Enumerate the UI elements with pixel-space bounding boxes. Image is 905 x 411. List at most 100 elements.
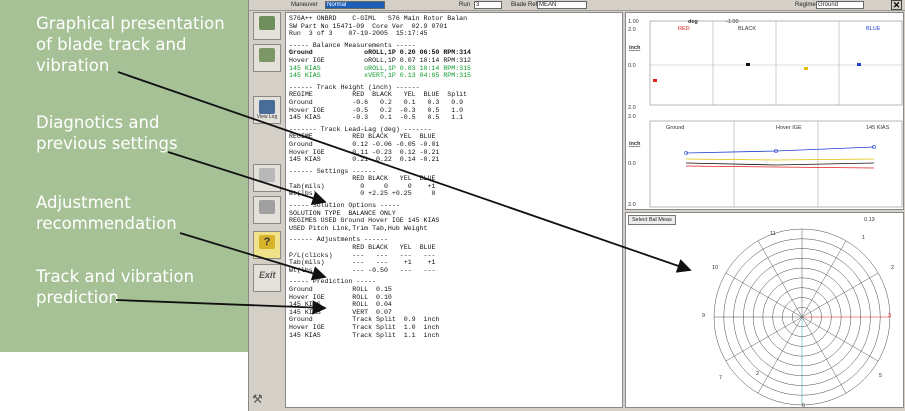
clock-label-5: 5 <box>879 373 882 379</box>
axis-unit: deg <box>688 19 698 25</box>
callout-text: vibration <box>36 56 110 75</box>
report-line: Hover IGE Track Split 1.0 inch <box>289 323 440 331</box>
tool-button-1[interactable] <box>253 12 281 40</box>
series-label-black: BLACK <box>738 26 756 32</box>
tool-button-4[interactable] <box>253 164 281 192</box>
report-line: Ground Track Split 0.9 inch <box>289 316 440 324</box>
maneuver-select[interactable]: Normal <box>325 1 385 9</box>
report-line: RED BLACK YEL BLUE <box>289 175 436 183</box>
exit-icon: Exit <box>259 270 276 280</box>
select-bal-meas-button[interactable]: Select Bal Meas <box>628 215 676 225</box>
view-log-button[interactable]: View Log <box>253 96 281 124</box>
regime-select[interactable]: Ground <box>816 1 864 9</box>
track-chart-panel: 1.00 deg -1.00 2.0 0.0 2.0 inch RED BLAC… <box>625 12 904 210</box>
chart-icon <box>259 100 275 114</box>
callout-prediction: Track and vibration prediction <box>36 266 194 308</box>
report-line: ------ Track Height (inch) ------ <box>289 83 420 91</box>
y-unit: inch <box>629 45 641 51</box>
report-line: SOLUTION TYPE BALANCE ONLY <box>289 209 396 217</box>
y-tick: 2.0 <box>628 105 636 111</box>
help-icon: ? <box>259 235 275 249</box>
report-line: S76A++ ONBRD C-GIML S76 Main Rotor Balan <box>289 15 468 22</box>
axis-value: -1.00 <box>726 19 739 25</box>
callout-text: previous settings <box>36 134 178 153</box>
report-line: 145 KIAS oROLL,1P 0.03 10:14 RPM:315 <box>289 64 472 72</box>
y-tick: 2.0 <box>628 202 636 208</box>
report-line: USED Pitch Link,Trim Tab,Hub Weight <box>289 224 428 232</box>
clock-label-1: 1 <box>862 235 865 241</box>
report-line: ----- Prediction ----- <box>289 278 377 286</box>
printer-icon <box>259 168 275 182</box>
report-line: 145 KIAS Track Split 1.1 inch <box>289 331 440 339</box>
y-tick: 0.0 <box>628 63 636 69</box>
report-line: ------- Track Lead-Lag (deg) ------- <box>289 125 432 133</box>
callout-adjustment: Adjustment recommendation <box>36 192 177 234</box>
x-label-hover: Hover IGE <box>776 125 802 131</box>
report-line: Hover IGE ROLL 0.10 <box>289 293 392 301</box>
data-marker-yellow <box>804 67 808 70</box>
report-line: ----- Solution Options ----- <box>289 202 400 210</box>
report-line: 145 KIAS ROLL 0.04 <box>289 301 392 309</box>
tool-bar: View Log ? Exit <box>252 12 282 408</box>
polar-value: 0.13 <box>864 217 875 223</box>
report-line: 145 KIAS 0.21 0.22 0.14 -0.21 <box>289 156 440 164</box>
report-line: Wt(lbs) 0 +2.25 +0.25 0 <box>289 190 436 198</box>
report-line: ------ Settings ------ <box>289 167 377 175</box>
report-line: 145 KIAS VERT 0.07 <box>289 308 392 316</box>
report-line: Ground oROLL,1P 0.20 06:50 RPM:314 <box>289 49 472 57</box>
wrench-icon[interactable]: ⚒ <box>252 392 268 408</box>
report-line: ------ Adjustments ------ <box>289 236 388 244</box>
callout-diagnostics: Diagnotics and previous settings <box>36 112 178 154</box>
report-line: RED BLACK YEL BLUE <box>289 244 436 252</box>
report-line: Hover IGE -0.5 0.2 -0.3 0.5 1.0 <box>289 106 464 114</box>
callout-text: of blade track and <box>36 35 187 54</box>
polar-marker: 2 <box>756 371 759 377</box>
report-line: Hover IGE oROLL,1P 0.07 10:14 RPM:312 <box>289 56 472 64</box>
callout-text: recommendation <box>36 214 177 233</box>
plot-frame <box>649 120 903 208</box>
report-line: SW Part No 15471-09 Core Ver 02.9 0701 <box>289 22 448 30</box>
report-line: Ground 0.12 -0.06 -0.05 -0.01 <box>289 140 440 148</box>
series-label-red: RED <box>678 26 690 32</box>
polar-chart-panel: Select Bal Meas 0.13 11 1 10 2 9 3 5 7 6… <box>625 212 904 409</box>
run-select[interactable]: 3 <box>474 1 502 9</box>
blade-ref-select[interactable]: MEAN <box>537 1 587 9</box>
y-unit: inch <box>629 141 641 147</box>
series-label-blue: BLUE <box>866 26 881 32</box>
tool-button-5[interactable] <box>253 196 281 224</box>
app-window: Maneuver Normal Run 3 Blade Ref. MEAN Re… <box>248 0 905 411</box>
close-icon[interactable]: ✕ <box>891 0 902 10</box>
printer-icon <box>259 200 275 214</box>
report-text: S76A++ ONBRD C-GIML S76 Main Rotor Balan… <box>285 12 623 408</box>
data-marker-black <box>746 63 750 66</box>
x-label-ground: Ground <box>666 125 684 131</box>
regime-label: Regime <box>795 2 816 8</box>
tool-caption: View Log <box>256 114 278 120</box>
helicopter-icon <box>259 16 275 30</box>
report-line: REGIME RED BLACK YEL BLUE Split <box>289 91 468 99</box>
maneuver-label: Maneuver <box>291 2 318 8</box>
report-line: Hover IGE 0.11 -0.23 0.12 -0.21 <box>289 148 440 156</box>
helicopter-icon <box>259 48 275 62</box>
polar-chart: 0.13 11 1 10 2 9 3 5 7 6 2 <box>702 217 894 409</box>
data-marker-red <box>653 79 657 82</box>
run-label: Run <box>459 2 471 8</box>
clock-label-9: 9 <box>702 313 705 319</box>
x-label-145: 145 KIAS <box>866 125 890 131</box>
help-button[interactable]: ? <box>253 231 281 259</box>
report-line: REGIMES USED Ground Hover IGE 145 KIAS <box>289 217 440 225</box>
report-line: Run 3 of 3 07-19-2005 15:17:45 <box>289 30 428 38</box>
blade-ref-label: Blade Ref. <box>511 2 540 8</box>
report-line: REGIME RED BLACK YEL BLUE <box>289 133 436 141</box>
report-line: 145 KIAS -0.3 0.1 -0.5 0.5 1.1 <box>289 114 464 122</box>
report-line: Ground -0.6 0.2 0.1 0.3 0.9 <box>289 98 464 106</box>
callout-graphical: Graphical presentation of blade track an… <box>36 13 225 76</box>
polar-grid <box>713 228 891 406</box>
exit-button[interactable]: Exit <box>253 264 281 292</box>
clock-label-6: 6 <box>802 403 805 409</box>
clock-label-7: 7 <box>719 375 722 381</box>
top-toolbar: Maneuver Normal Run 3 Blade Ref. MEAN Re… <box>249 0 905 11</box>
clock-label-10: 10 <box>712 265 718 271</box>
tool-button-2[interactable] <box>253 44 281 72</box>
callout-text: Adjustment <box>36 193 131 212</box>
